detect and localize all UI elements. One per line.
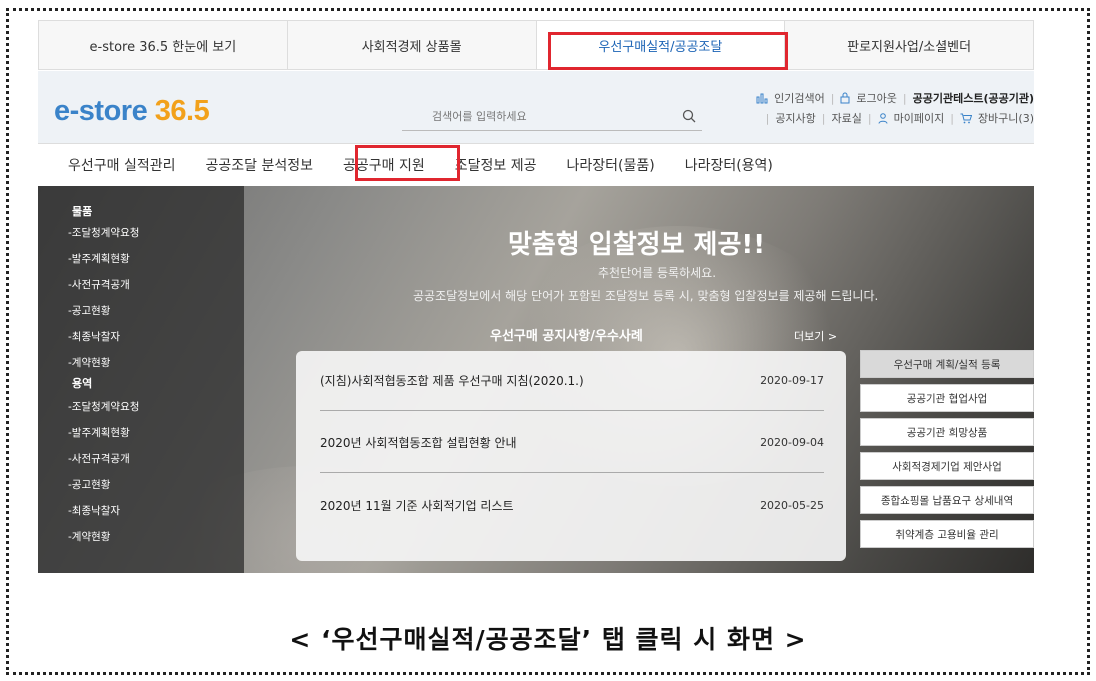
divider: | <box>867 111 872 125</box>
sidebar: 물품 -조달청계약요청 -발주계획현황 -사전규격공개 -공고현황 -최종낙찰자… <box>38 186 244 573</box>
sidebar-item[interactable]: -발주계획현황 <box>68 251 130 266</box>
quick-button-proposal[interactable]: 사회적경제기업 제안사업 <box>860 452 1034 480</box>
search-input[interactable]: 검색어를 입력하세요 <box>432 108 682 124</box>
divider: | <box>830 91 835 105</box>
search-icon[interactable] <box>682 109 696 123</box>
nav-procurement-analysis[interactable]: 공공조달 분석정보 <box>206 155 314 175</box>
notice-row[interactable]: 2020년 사회적협동조합 설립현황 안내 2020-09-04 <box>320 413 824 473</box>
logo-text: e-store <box>54 95 155 127</box>
notice-date: 2020-05-25 <box>760 498 824 512</box>
hero-description: 공공조달정보에서 해당 단어가 포함된 조달정보 등록 시, 맞춤형 입찰정보를… <box>413 289 879 303</box>
top-tab-bar: e-store 36.5 한눈에 보기 사회적경제 상품몰 우선구매실적/공공조… <box>38 20 1034 70</box>
nav-naramarket-services[interactable]: 나라장터(용역) <box>685 155 773 175</box>
lock-icon <box>840 92 850 104</box>
notice-link[interactable]: 공지사항 <box>775 110 815 126</box>
chart-icon <box>756 93 768 103</box>
sidebar-item[interactable]: -사전규격공개 <box>68 277 130 292</box>
notice-title: 2020년 11월 기준 사회적기업 리스트 <box>320 498 514 513</box>
main-banner: 물품 -조달청계약요청 -발주계획현황 -사전규격공개 -공고현황 -최종낙찰자… <box>38 186 1034 573</box>
sidebar-item[interactable]: -최종낙찰자 <box>68 329 120 344</box>
hero-title: 맞춤형 입찰정보 제공!! <box>508 230 766 260</box>
quick-button-employment-ratio[interactable]: 취약계층 고용비율 관리 <box>860 520 1034 548</box>
divider: | <box>821 111 826 125</box>
utility-links-top: 인기검색어 | 로그아웃 | 공공기관테스트(공공기관) <box>756 90 1034 106</box>
more-link[interactable]: 더보기 > <box>794 328 837 344</box>
logout-link[interactable]: 로그아웃 <box>856 90 896 106</box>
sidebar-item[interactable]: -공고현황 <box>68 477 110 492</box>
notice-date: 2020-09-17 <box>760 374 824 387</box>
popular-search-link[interactable]: 인기검색어 <box>774 90 825 106</box>
cart-link[interactable]: 장바구니(3) <box>978 110 1034 126</box>
hero-subtitle: 추천단어를 등록하세요. <box>598 266 717 280</box>
sidebar-heading-goods: 물품 <box>72 205 93 218</box>
divider: | <box>902 91 907 105</box>
sidebar-item[interactable]: -사전규격공개 <box>68 451 130 466</box>
sidebar-item[interactable]: -조달청계약요청 <box>68 399 139 414</box>
cart-icon <box>960 113 972 123</box>
archive-link[interactable]: 자료실 <box>832 110 862 126</box>
sidebar-item[interactable]: -계약현황 <box>68 529 110 544</box>
divider: | <box>765 111 770 125</box>
sidebar-item[interactable]: -계약현황 <box>68 355 110 370</box>
caption: < ‘우선구매실적/공공조달’ 탭 클릭 시 화면 > <box>289 625 807 654</box>
sidebar-item[interactable]: -조달청계약요청 <box>68 225 139 240</box>
divider: | <box>950 111 954 125</box>
sidebar-item[interactable]: -공고현황 <box>68 303 110 318</box>
notice-date: 2020-09-04 <box>760 436 824 449</box>
site-header: e-store 36.5 검색어를 입력하세요 인기검색어 | 로그아웃 | 공… <box>38 71 1034 144</box>
notice-title: 2020년 사회적협동조합 설립현황 안내 <box>320 436 517 450</box>
notice-row[interactable]: (지침)사회적협동조합 제품 우선구매 지침(2020.1.) 2020-09-… <box>320 351 824 411</box>
notice-list: (지침)사회적협동조합 제품 우선구매 지침(2020.1.) 2020-09-… <box>296 351 846 561</box>
quick-button-wished-products[interactable]: 공공기관 희망상품 <box>860 418 1034 446</box>
notice-section-title: 우선구매 공지사항/우수사례 <box>490 329 643 344</box>
nav-procurement-info[interactable]: 조달정보 제공 <box>455 155 537 175</box>
highlight-box-tab <box>548 32 788 70</box>
tab-social-economy-mall[interactable]: 사회적경제 상품몰 <box>288 21 537 69</box>
highlight-box-nav <box>355 145 460 181</box>
nav-priority-purchase-management[interactable]: 우선구매 실적관리 <box>68 155 176 175</box>
person-icon <box>878 112 888 124</box>
site-logo[interactable]: e-store 36.5 <box>54 95 210 128</box>
tab-overview[interactable]: e-store 36.5 한눈에 보기 <box>39 21 288 69</box>
search-bar[interactable]: 검색어를 입력하세요 <box>402 101 702 131</box>
sidebar-heading-services: 용역 <box>72 377 93 390</box>
nav-naramarket-goods[interactable]: 나라장터(물품) <box>566 155 654 175</box>
notice-title: (지침)사회적협동조합 제품 우선구매 지침(2020.1.) <box>320 374 584 388</box>
notice-row[interactable]: 2020년 11월 기준 사회적기업 리스트 2020-05-25 <box>320 475 824 535</box>
quick-button-plan-register[interactable]: 우선구매 계획/실적 등록 <box>860 350 1034 378</box>
logo-number: 36.5 <box>154 95 210 127</box>
quick-button-delivery-details[interactable]: 종합쇼핑몰 납품요구 상세내역 <box>860 486 1034 514</box>
sidebar-item[interactable]: -최종낙찰자 <box>68 503 120 518</box>
user-name: 공공기관테스트(공공기관) <box>912 92 1034 105</box>
quick-button-collaboration[interactable]: 공공기관 협업사업 <box>860 384 1034 412</box>
main-nav: 우선구매 실적관리 공공조달 분석정보 공공구매 지원 조달정보 제공 나라장터… <box>38 144 1034 186</box>
tab-sales-support[interactable]: 판로지원사업/소셜벤더 <box>785 21 1033 69</box>
mypage-link[interactable]: 마이페이지 <box>894 110 945 126</box>
utility-links-bottom: | 공지사항 | 자료실 | 마이페이지 | 장바구니(3) <box>766 110 1034 126</box>
sidebar-item[interactable]: -발주계획현황 <box>68 425 130 440</box>
